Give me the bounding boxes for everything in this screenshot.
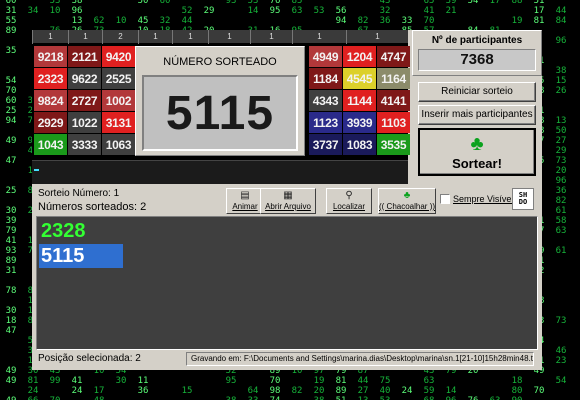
number-cell: 3131 bbox=[102, 112, 135, 133]
ruler-cell: 1 bbox=[346, 30, 408, 44]
numbers-grid-left: 9218 2121 9420 2323 9622 2525 9824 2727 1002 2929… bbox=[34, 46, 135, 155]
shake-button[interactable]: ♣ (( Chacoalhar )) bbox=[378, 188, 436, 214]
participants-count: 7368 bbox=[418, 49, 536, 71]
toolbar: Sorteio Número: 1 Números sorteados: 2 ▤… bbox=[32, 186, 542, 214]
number-cell: 3535 bbox=[377, 134, 410, 155]
drawn-number: 5115 bbox=[165, 86, 275, 140]
number-cell: 1063 bbox=[102, 134, 135, 155]
clover-icon: ♣ bbox=[403, 190, 411, 201]
restart-draw-button[interactable]: Reiniciar sorteio bbox=[418, 82, 536, 102]
number-cell: 9218 bbox=[34, 46, 67, 67]
always-visible-toggle[interactable]: Sempre Visível bbox=[440, 194, 513, 204]
number-cell: 3737 bbox=[309, 134, 342, 155]
ruler: 112111111 bbox=[32, 30, 408, 44]
ruler-cell: 1 bbox=[292, 30, 346, 44]
participants-label: Nº de participantes bbox=[431, 35, 523, 46]
draw-history-list[interactable]: 2328 5115 bbox=[36, 216, 538, 350]
number-cell: 1103 bbox=[377, 112, 410, 133]
number-cell: 1204 bbox=[343, 46, 376, 67]
number-cell: 4545 bbox=[343, 68, 376, 89]
logo-text-bottom: DO bbox=[518, 198, 528, 206]
matrix-column: 60 31 55 89 35 54 70 60 25 94 49 47 25 3… bbox=[5, 0, 17, 400]
saving-path-status: Gravando em: F:\Documents and Settings\m… bbox=[186, 352, 534, 366]
ruler-cell: 1 bbox=[250, 30, 292, 44]
open-file-label: Abrir Arquivo bbox=[265, 202, 311, 211]
ruler-cell: 1 bbox=[138, 30, 172, 44]
ruler-cell: 1 bbox=[32, 30, 68, 44]
number-cell: 2121 bbox=[68, 46, 101, 67]
drawn-count-label: Números sorteados: 2 bbox=[38, 201, 147, 213]
number-cell: 4343 bbox=[309, 90, 342, 111]
history-item[interactable]: 2328 bbox=[39, 219, 86, 243]
number-board: 112111111 9218 2121 9420 2323 9622 2525 9824 27… bbox=[32, 30, 410, 184]
drawn-number-panel: NÚMERO SORTEADO 5115 bbox=[135, 46, 305, 156]
always-visible-label: Sempre Visível bbox=[453, 194, 514, 204]
number-cell: 4141 bbox=[377, 90, 410, 111]
number-cell: 1043 bbox=[34, 134, 67, 155]
numbers-grid-right: 4949 1204 4747 1184 4545 1164 4343 1144 4141 1123… bbox=[309, 46, 410, 155]
participants-box: Nº de participantes 7368 bbox=[412, 30, 542, 76]
animate-label: Animar bbox=[232, 202, 258, 211]
number-cell: 9824 bbox=[34, 90, 67, 111]
ruler-cell: 1 bbox=[68, 30, 102, 44]
number-cell: 2525 bbox=[102, 68, 135, 89]
ruler-cell: 1 bbox=[208, 30, 250, 44]
file-icon: ▦ bbox=[283, 190, 293, 201]
number-cell: 4949 bbox=[309, 46, 342, 67]
number-cell: 2929 bbox=[34, 112, 67, 133]
number-cell: 3939 bbox=[343, 112, 376, 133]
number-cell: 3333 bbox=[68, 134, 101, 155]
number-cell: 1184 bbox=[309, 68, 342, 89]
matrix-column: 44 84 96 38 15 26 13 50 27 29 73 20 96 3… bbox=[555, 6, 567, 386]
number-cell: 1164 bbox=[377, 68, 410, 89]
number-cell: 1002 bbox=[102, 90, 135, 111]
drawn-number-display: 5115 bbox=[142, 75, 298, 151]
search-button[interactable]: ⚲ Localizar bbox=[326, 188, 372, 214]
ruler-cell: 2 bbox=[102, 30, 138, 44]
search-icon: ⚲ bbox=[345, 190, 353, 201]
search-label: Localizar bbox=[332, 202, 365, 211]
draw-button-label: Sortear! bbox=[452, 156, 502, 171]
number-cell: 1083 bbox=[343, 134, 376, 155]
drawn-number-title: NÚMERO SORTEADO bbox=[163, 56, 277, 68]
number-cell: 2727 bbox=[68, 90, 101, 111]
number-cell: 2323 bbox=[34, 68, 67, 89]
always-visible-checkbox[interactable] bbox=[440, 194, 450, 204]
scroll-strip bbox=[32, 160, 408, 184]
number-cell: 1022 bbox=[68, 112, 101, 133]
ruler-cell: 1 bbox=[172, 30, 208, 44]
animate-button[interactable]: ▤ Animar bbox=[226, 188, 264, 214]
draw-button[interactable]: ♣ Sortear! bbox=[418, 128, 536, 176]
logo-button[interactable]: SH DO bbox=[512, 188, 534, 210]
shake-label: (( Chacoalhar )) bbox=[379, 202, 436, 211]
number-cell: 1123 bbox=[309, 112, 342, 133]
clover-icon: ♣ bbox=[470, 133, 484, 155]
number-cell: 1144 bbox=[343, 90, 376, 111]
insert-participants-button[interactable]: Inserir mais participantes bbox=[418, 105, 536, 125]
draw-number-label: Sorteio Número: 1 bbox=[38, 188, 120, 199]
raffle-window: 112111111 9218 2121 9420 2323 9622 2525 9824 27… bbox=[32, 30, 542, 370]
number-cell: 9622 bbox=[68, 68, 101, 89]
selected-position-status: Posição selecionada: 2 bbox=[38, 353, 141, 364]
number-cell: 9420 bbox=[102, 46, 135, 67]
open-file-button[interactable]: ▦ Abrir Arquivo bbox=[260, 188, 316, 214]
history-item-selected[interactable]: 5115 bbox=[39, 244, 123, 268]
film-icon: ▤ bbox=[240, 190, 250, 201]
strip-cursor bbox=[34, 169, 39, 171]
number-cell: 4747 bbox=[377, 46, 410, 67]
